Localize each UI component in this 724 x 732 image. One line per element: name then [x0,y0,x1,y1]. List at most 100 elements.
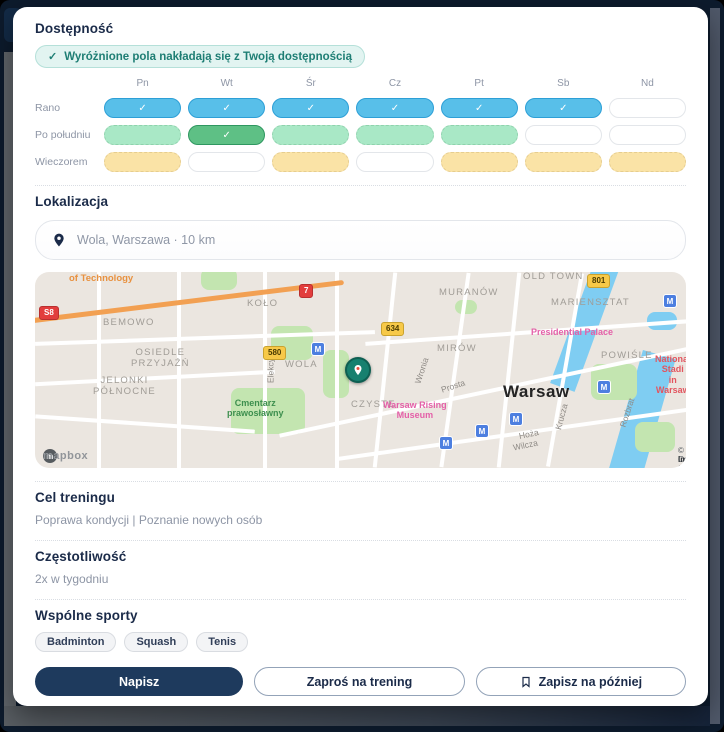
day-label: Pn [104,78,181,91]
availability-cell[interactable] [525,152,602,172]
availability-cell[interactable] [104,125,181,145]
bookmark-icon [520,676,532,688]
day-label: Śr [272,78,349,91]
sport-chip[interactable]: Squash [124,632,188,652]
metro-icon: M [509,412,523,426]
availability-cell[interactable] [609,152,686,172]
road [365,318,686,346]
window-backdrop: Dostępność ✓ Wyróżnione pola nakładają s… [0,0,724,732]
map-label: OLD TOWN [523,272,583,283]
location-pin-icon [52,233,66,247]
backdrop-right-strip [710,8,720,724]
check-icon: ✓ [48,50,57,63]
section-title-sports: Wspólne sporty [35,608,686,623]
time-slot-label: Po południu [35,129,97,141]
map-label: Presidential Palace [531,327,613,337]
highway [35,280,344,325]
divider [35,185,686,186]
map-label: of Technology [69,274,133,285]
day-label: Cz [356,78,433,91]
day-label: Nd [609,78,686,91]
improve-map-link[interactable]: Improve this map [678,455,686,468]
availability-cell[interactable] [272,125,349,145]
road [97,272,101,468]
availability-cell[interactable]: ✓ [525,98,602,118]
availability-cell[interactable] [441,125,518,145]
section-title-location: Lokalizacja [35,194,686,209]
availability-cell[interactable] [356,152,433,172]
map-label: National Stadi in Warsaw [655,354,686,395]
availability-grid: PnWtŚrCzPtSbNdRano✓✓✓✓✓✓Po południu✓Wiec… [35,78,686,172]
map-label: KOŁO [247,299,278,310]
backdrop-bottom-strip [4,706,710,726]
availability-cell[interactable] [104,152,181,172]
road [35,414,255,433]
action-bar: Napisz Zaproś na trening Zapisz na późni… [35,667,686,696]
sport-chip[interactable]: Tenis [196,632,248,652]
availability-cell[interactable]: ✓ [356,98,433,118]
divider [35,599,686,600]
availability-cell[interactable]: ✓ [188,125,265,145]
map[interactable]: m mapbox © Mapbox © OpenStreetMap Improv… [35,272,686,468]
section-title-goal: Cel treningu [35,490,686,505]
map-label: BEMOWO [103,318,155,329]
map-label: Wilcza [512,439,539,454]
save-for-later-button[interactable]: Zapisz na później [476,667,686,696]
availability-cell[interactable]: ✓ [272,98,349,118]
road [373,272,397,467]
location-value: Wola, Warszawa · 10 km [77,233,215,247]
availability-cell[interactable]: ✓ [188,98,265,118]
map-label: Wronia [414,357,432,385]
park [201,272,237,290]
road-shield: 634 [381,322,404,336]
map-label: MIRÓW [437,344,477,355]
availability-cell[interactable] [188,152,265,172]
location-input[interactable]: Wola, Warszawa · 10 km [35,220,686,260]
divider [35,481,686,482]
park [635,422,675,452]
section-title-frequency: Częstotliwość [35,549,686,564]
location-marker[interactable] [345,357,371,383]
availability-overlap-badge: ✓ Wyróżnione pola nakładają się z Twoją … [35,45,365,68]
sports-chip-list: Badminton Squash Tenis [35,632,686,652]
road-shield: 801 [587,274,610,288]
map-label: Cmentarz prawosławny [227,398,284,419]
sport-chip[interactable]: Badminton [35,632,116,652]
map-label: POWIŚLE [601,351,653,362]
metro-icon: M [311,342,325,356]
invite-to-training-button[interactable]: Zaproś na trening [254,667,464,696]
road-shield: 580 [263,346,286,360]
map-label: MARIENSZTAT [551,298,630,309]
profile-detail-card: Dostępność ✓ Wyróżnione pola nakładają s… [13,7,708,706]
divider [35,540,686,541]
availability-cell[interactable] [525,125,602,145]
availability-cell[interactable]: ✓ [104,98,181,118]
goal-value: Poprawa kondycji | Poznanie nowych osób [35,513,686,527]
availability-cell[interactable] [609,125,686,145]
availability-cell[interactable]: ✓ [441,98,518,118]
availability-cell[interactable] [441,152,518,172]
road-shield: S8 [39,306,59,320]
map-label: MURANÓW [439,288,499,299]
metro-icon: M [439,436,453,450]
map-label: WOLA [285,360,318,371]
map-label: OSIEDLE PRZYJAŹŃ [131,348,190,370]
metro-icon: M [663,294,677,308]
availability-cell[interactable] [609,98,686,118]
map-label: Warsaw Rising Museum [383,400,447,421]
road-shield: 7 [299,284,313,298]
frequency-value: 2x w tygodniu [35,572,686,586]
write-message-button[interactable]: Napisz [35,667,243,696]
mapbox-logo[interactable]: m mapbox [43,449,57,463]
availability-overlap-text: Wyróżnione pola nakładają się z Twoją do… [64,51,352,63]
map-pin-icon [352,364,364,376]
map-label: JELONKI PÓŁNOCNE [93,376,156,398]
availability-cell[interactable] [272,152,349,172]
metro-icon: M [597,380,611,394]
section-title-availability: Dostępność [35,21,686,36]
availability-cell[interactable] [356,125,433,145]
time-slot-label: Rano [35,102,97,114]
day-label: Wt [188,78,265,91]
map-label: Warsaw [503,382,570,402]
metro-icon: M [475,424,489,438]
